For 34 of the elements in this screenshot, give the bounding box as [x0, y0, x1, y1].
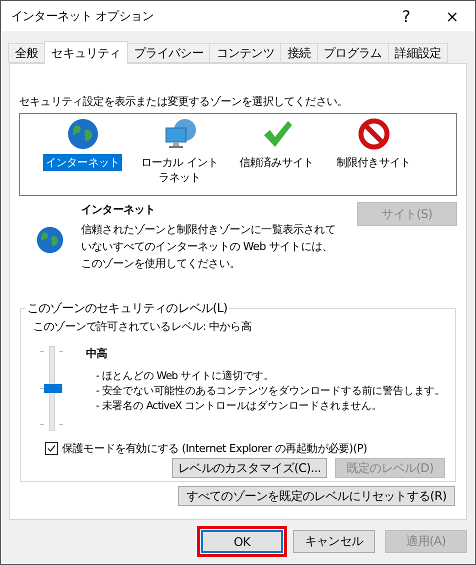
zone-item[interactable]: 信頼済みサイト	[237, 154, 316, 171]
level-description: - ほとんどの Web サイトに適切です。	[96, 369, 275, 384]
zone-item[interactable]: 制限付きサイト	[334, 154, 413, 171]
allowed-level-text: このゾーンで許可されているレベル: 中から高	[33, 319, 252, 334]
tab[interactable]: セキュリティ	[44, 41, 128, 64]
group-legend: このゾーンのセキュリティのレベル(L)	[25, 300, 230, 317]
close-button[interactable]: ×	[429, 1, 475, 31]
zone-description: 信頼されたゾーンと制限付きゾーンに一覧表示されていないすべてのインターネットの Web サイトには、このゾーンを使用してください。	[81, 222, 336, 272]
tab[interactable]: 全般	[8, 43, 46, 63]
level-description: - 未署名の ActiveX コントロールはダウンロードされません。	[96, 399, 383, 414]
globe-icon	[36, 226, 64, 254]
computer-globe-icon	[162, 118, 196, 150]
no-entry-icon	[358, 118, 390, 150]
tab[interactable]: コンテンツ	[209, 43, 282, 63]
level-description: - 安全でない可能性のあるコンテンツをダウンロードする前に警告します。	[96, 384, 445, 399]
checkbox[interactable]	[45, 442, 58, 455]
tab[interactable]: 詳細設定	[388, 43, 448, 63]
help-button[interactable]: ?	[383, 1, 429, 31]
checkbox-label: 保護モードを有効にする (Internet Explorer の再起動が必要)(P)	[62, 441, 367, 456]
custom-level-button[interactable]: レベルのカスタマイズ(C)...	[172, 458, 327, 478]
tab[interactable]: 接続	[280, 43, 318, 63]
level-name: 中高	[86, 346, 108, 361]
zone-name: インターネット	[81, 202, 156, 217]
tab[interactable]: プライバシー	[126, 43, 210, 63]
window-title: インターネット オプション	[11, 8, 155, 24]
reset-zones-button[interactable]: すべてのゾーンを既定のレベルにリセットする(R)	[178, 486, 455, 506]
globe-icon	[66, 118, 98, 150]
slider-thumb[interactable]	[44, 384, 62, 393]
zone-item[interactable]: インターネット	[43, 154, 122, 171]
dialog-button[interactable]: キャンセル	[293, 530, 375, 553]
zone-item[interactable]: ローカル イントラネット	[134, 154, 224, 186]
zone-prompt: セキュリティ設定を表示または変更するゾーンを選択してください。	[19, 94, 349, 109]
dialog-button[interactable]: OK	[201, 530, 283, 553]
tab[interactable]: プログラム	[316, 43, 389, 63]
